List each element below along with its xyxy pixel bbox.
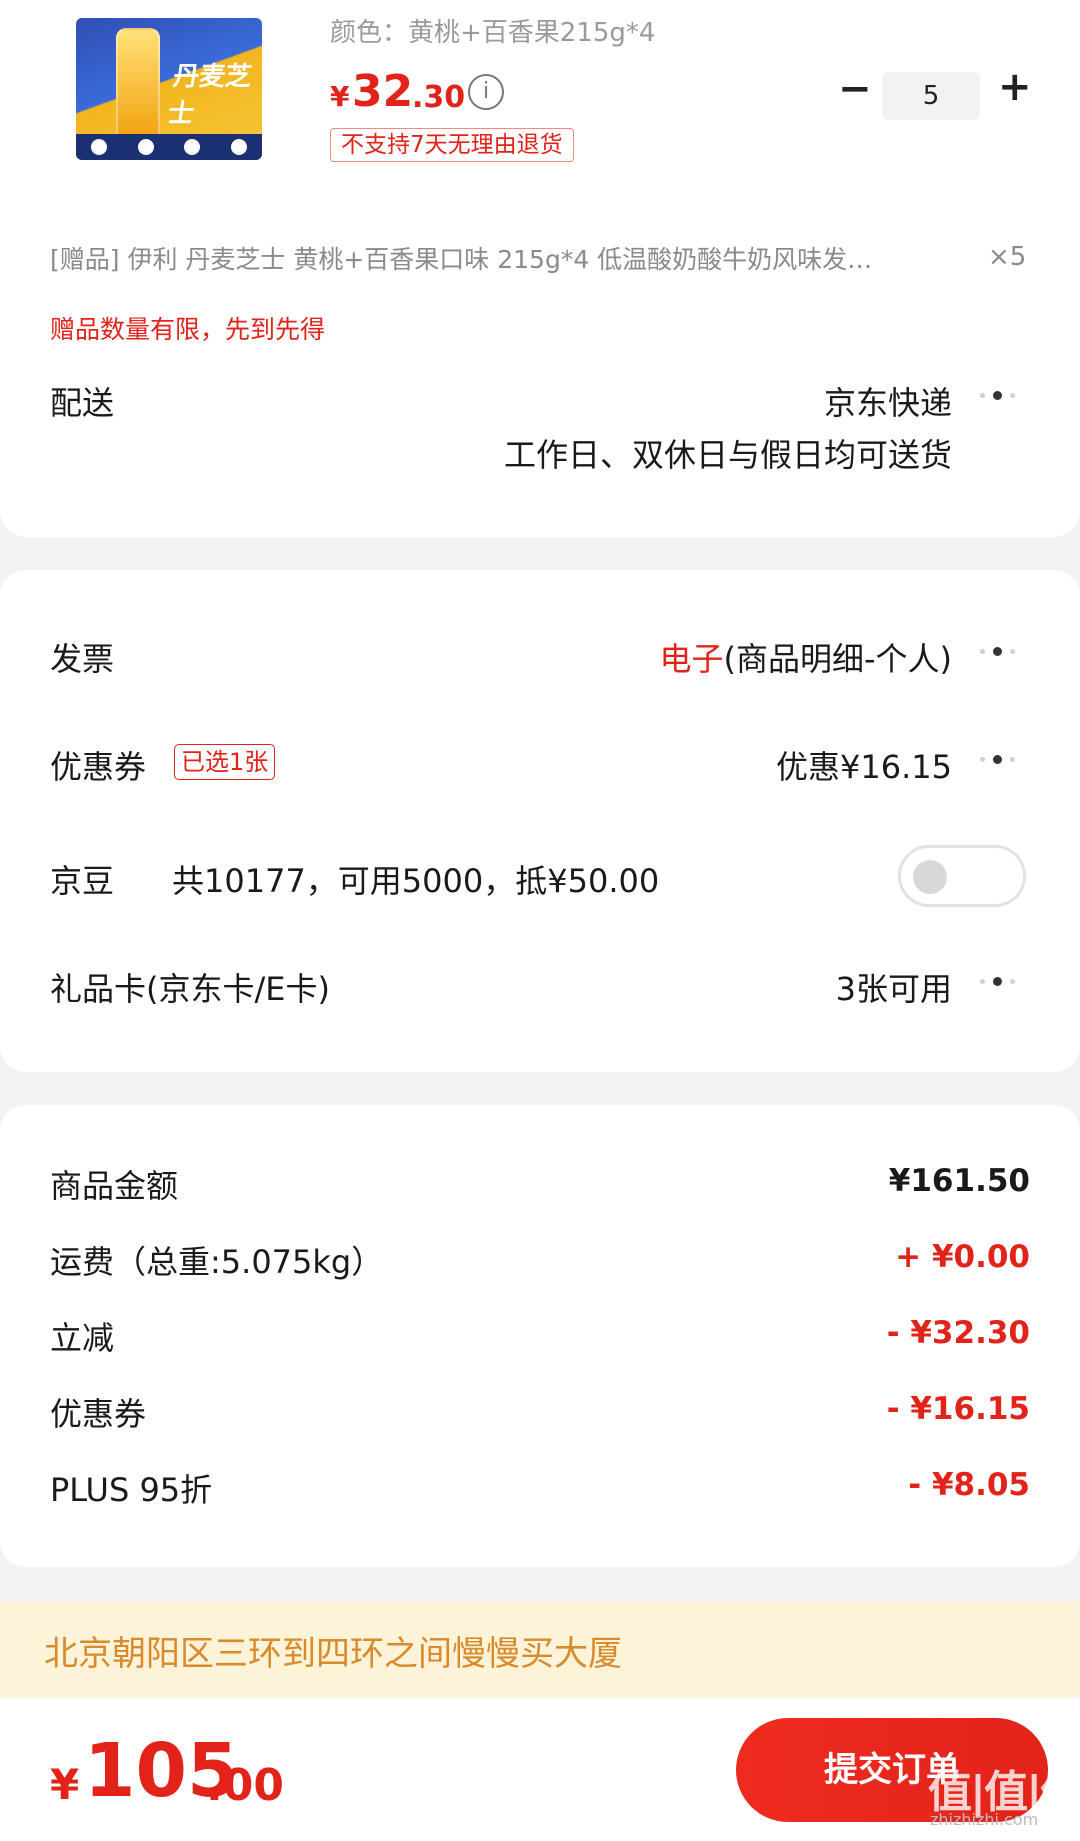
summary-value: - ¥8.05 (908, 1467, 1030, 1503)
product-image[interactable]: 丹麦芝士 (76, 18, 262, 160)
invoice-label: 发票 (50, 640, 115, 678)
summary-value: - ¥32.30 (886, 1315, 1030, 1351)
more-dots-icon[interactable] (980, 755, 1015, 764)
coupon-selected-badge: 已选1张 (174, 744, 276, 780)
summary-value: - ¥16.15 (886, 1391, 1030, 1427)
qty-increase-button[interactable]: + (998, 64, 1032, 110)
jingdou-toggle[interactable] (898, 845, 1026, 907)
watermark-url: zhizhizhi.com (930, 1810, 1039, 1829)
delivery-label: 配送 (50, 384, 115, 422)
delivery-carrier[interactable]: 京东快递 (824, 378, 952, 424)
no-return-badge: 不支持7天无理由退货 (330, 128, 574, 162)
coupon-value[interactable]: 优惠¥16.15 (776, 742, 952, 788)
jingdou-detail: 共10177，可用5000，抵¥50.00 (172, 862, 660, 900)
total-decimal: .00 (206, 1760, 284, 1811)
summary-value: ¥161.50 (888, 1163, 1030, 1199)
more-dots-icon[interactable] (980, 977, 1015, 986)
gift-limit-notice: 赠品数量有限，先到先得 (50, 315, 326, 344)
delivery-schedule: 工作日、双休日与假日均可送货 (503, 436, 952, 474)
quantity-input[interactable]: 5 (882, 72, 980, 120)
shipping-address: 北京朝阳区三环到四环之间慢慢买大厦 (44, 1634, 622, 1674)
product-image-caps (76, 134, 262, 160)
summary-label: 立减 (50, 1319, 115, 1357)
info-icon[interactable]: i (468, 74, 504, 110)
gift-item[interactable]: [赠品] 伊利 丹麦芝士 黄桃+百香果口味 215g*4 低温酸奶酸牛奶风味发… (50, 240, 872, 276)
toggle-knob (913, 860, 947, 894)
invoice-type: 电子 (659, 640, 724, 678)
summary-label: 商品金额 (50, 1167, 179, 1205)
jingdou-label: 京豆 (50, 862, 115, 900)
price-summary-card: 商品金额 ¥161.50 运费（总重:5.075kg） + ¥0.00 立减 - ¥32.… (0, 1105, 1080, 1567)
invoice-value[interactable]: 电子(商品明细-个人) (659, 634, 952, 680)
gift-count: ×5 (988, 242, 1027, 272)
total-symbol: ¥ (50, 1760, 80, 1809)
giftcard-label: 礼品卡(京东卡/E卡) (50, 970, 330, 1008)
product-variant[interactable]: 颜色：黄桃+百香果215g*4 (330, 12, 655, 49)
price-symbol: ¥ (330, 80, 350, 113)
coupon-label: 优惠券 (50, 748, 147, 786)
checkout-bar: ¥ 105 .00 提交订单 值|值|值 zhizhizhi.com (0, 1698, 1080, 1841)
summary-value: + ¥0.00 (895, 1239, 1030, 1275)
giftcard-value[interactable]: 3张可用 (836, 964, 952, 1010)
more-dots-icon[interactable] (980, 391, 1015, 400)
price-decimal: .30 (412, 80, 466, 115)
more-dots-icon[interactable] (980, 647, 1015, 656)
summary-label: 优惠券 (50, 1395, 147, 1433)
shipping-address-bar[interactable]: 北京朝阳区三环到四环之间慢慢买大厦 (0, 1602, 1080, 1698)
invoice-detail: (商品明细-个人) (723, 640, 952, 678)
summary-label: PLUS 95折 (50, 1471, 213, 1509)
product-card: 丹麦芝士 颜色：黄桃+百香果215g*4 ¥ 32 .30 i 不支持7天无理由… (0, 0, 1080, 537)
options-card: 发票 电子(商品明细-个人) 优惠券 已选1张 优惠¥16.15 京豆 共101… (0, 570, 1080, 1072)
product-image-brand: 丹麦芝士 (165, 62, 254, 129)
price-integer: 32 (352, 66, 414, 117)
qty-decrease-button[interactable]: − (838, 66, 872, 112)
summary-label: 运费（总重:5.075kg） (50, 1243, 384, 1281)
bottle-graphic (116, 28, 160, 142)
